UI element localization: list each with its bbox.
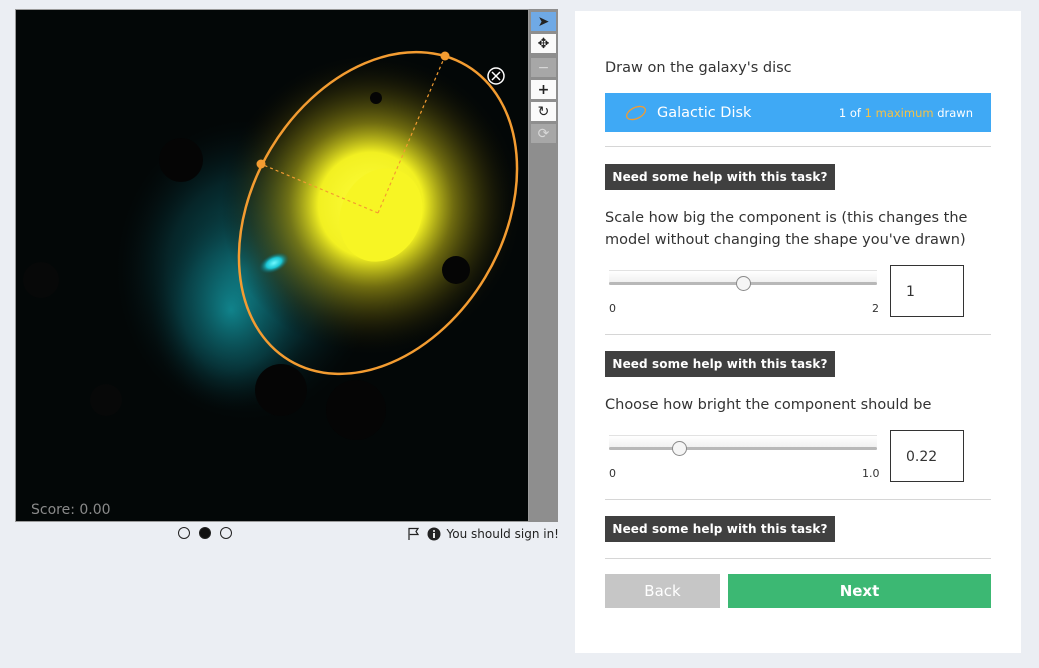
ellipse-radius-handle[interactable]: [256, 159, 266, 169]
subject-pager: [178, 527, 232, 539]
cursor-icon[interactable]: ➤: [531, 12, 556, 31]
signin-text: You should sign in!: [446, 527, 559, 541]
next-button[interactable]: Next: [728, 574, 991, 608]
help-button[interactable]: Need some help with this task?: [605, 516, 835, 542]
ellipse-icon: [625, 105, 647, 120]
pan-icon[interactable]: ✥: [531, 34, 556, 53]
galactic-disk-tool[interactable]: Galactic Disk 1 of 1 maximum drawn: [605, 93, 991, 132]
task-instruction: Draw on the galaxy's disc: [605, 60, 792, 76]
scale-slider-thumb[interactable]: [736, 276, 751, 291]
help-button[interactable]: Need some help with this task?: [605, 351, 835, 377]
count-suffix: drawn: [937, 105, 973, 120]
brightness-max: 1.0: [862, 467, 880, 480]
brightness-value-input[interactable]: 0.22: [890, 430, 964, 482]
brightness-slider[interactable]: [609, 433, 877, 461]
back-button[interactable]: Back: [605, 574, 720, 608]
tool-label: Galactic Disk: [657, 104, 752, 121]
score-display: Score: 0.00: [31, 502, 111, 518]
galaxy-image[interactable]: [16, 10, 529, 522]
tool-count: 1 of 1 maximum drawn: [839, 106, 973, 120]
scale-slider[interactable]: [609, 268, 877, 296]
scale-max: 2: [872, 302, 879, 315]
viewer-toolbar: ➤ ✥ − + ↻ ⟳: [529, 9, 558, 522]
page-dot-current[interactable]: [199, 527, 211, 539]
task-panel: Draw on the galaxy's disc Galactic Disk …: [575, 11, 1021, 653]
scale-value-input[interactable]: 1: [890, 265, 964, 317]
count-max: 1 maximum: [864, 105, 934, 120]
scale-question: Scale how big the component is (this cha…: [605, 210, 968, 248]
zoom-out-icon[interactable]: −: [531, 58, 556, 77]
zoom-in-icon[interactable]: +: [531, 80, 556, 99]
reset-icon[interactable]: ⟳: [531, 124, 556, 143]
divider: [605, 499, 991, 500]
flag-icon[interactable]: [407, 527, 421, 541]
scale-min: 0: [609, 302, 616, 315]
brightness-slider-thumb[interactable]: [671, 441, 687, 456]
subject-image-viewer[interactable]: Score: 0.00: [15, 9, 529, 522]
brightness-question: Choose how bright the component should b…: [605, 397, 932, 413]
divider: [605, 146, 991, 147]
brightness-min: 0: [609, 467, 616, 480]
page-dot[interactable]: [220, 527, 232, 539]
info-icon[interactable]: [427, 527, 441, 541]
help-button[interactable]: Need some help with this task?: [605, 164, 835, 190]
ellipse-radius-handle[interactable]: [440, 51, 450, 61]
divider: [605, 334, 991, 335]
delete-shape-icon[interactable]: [487, 67, 505, 85]
divider: [605, 558, 991, 559]
page-dot[interactable]: [178, 527, 190, 539]
signin-notice: You should sign in!: [407, 527, 559, 541]
rotate-icon[interactable]: ↻: [531, 102, 556, 121]
count-prefix: 1 of: [838, 105, 861, 120]
